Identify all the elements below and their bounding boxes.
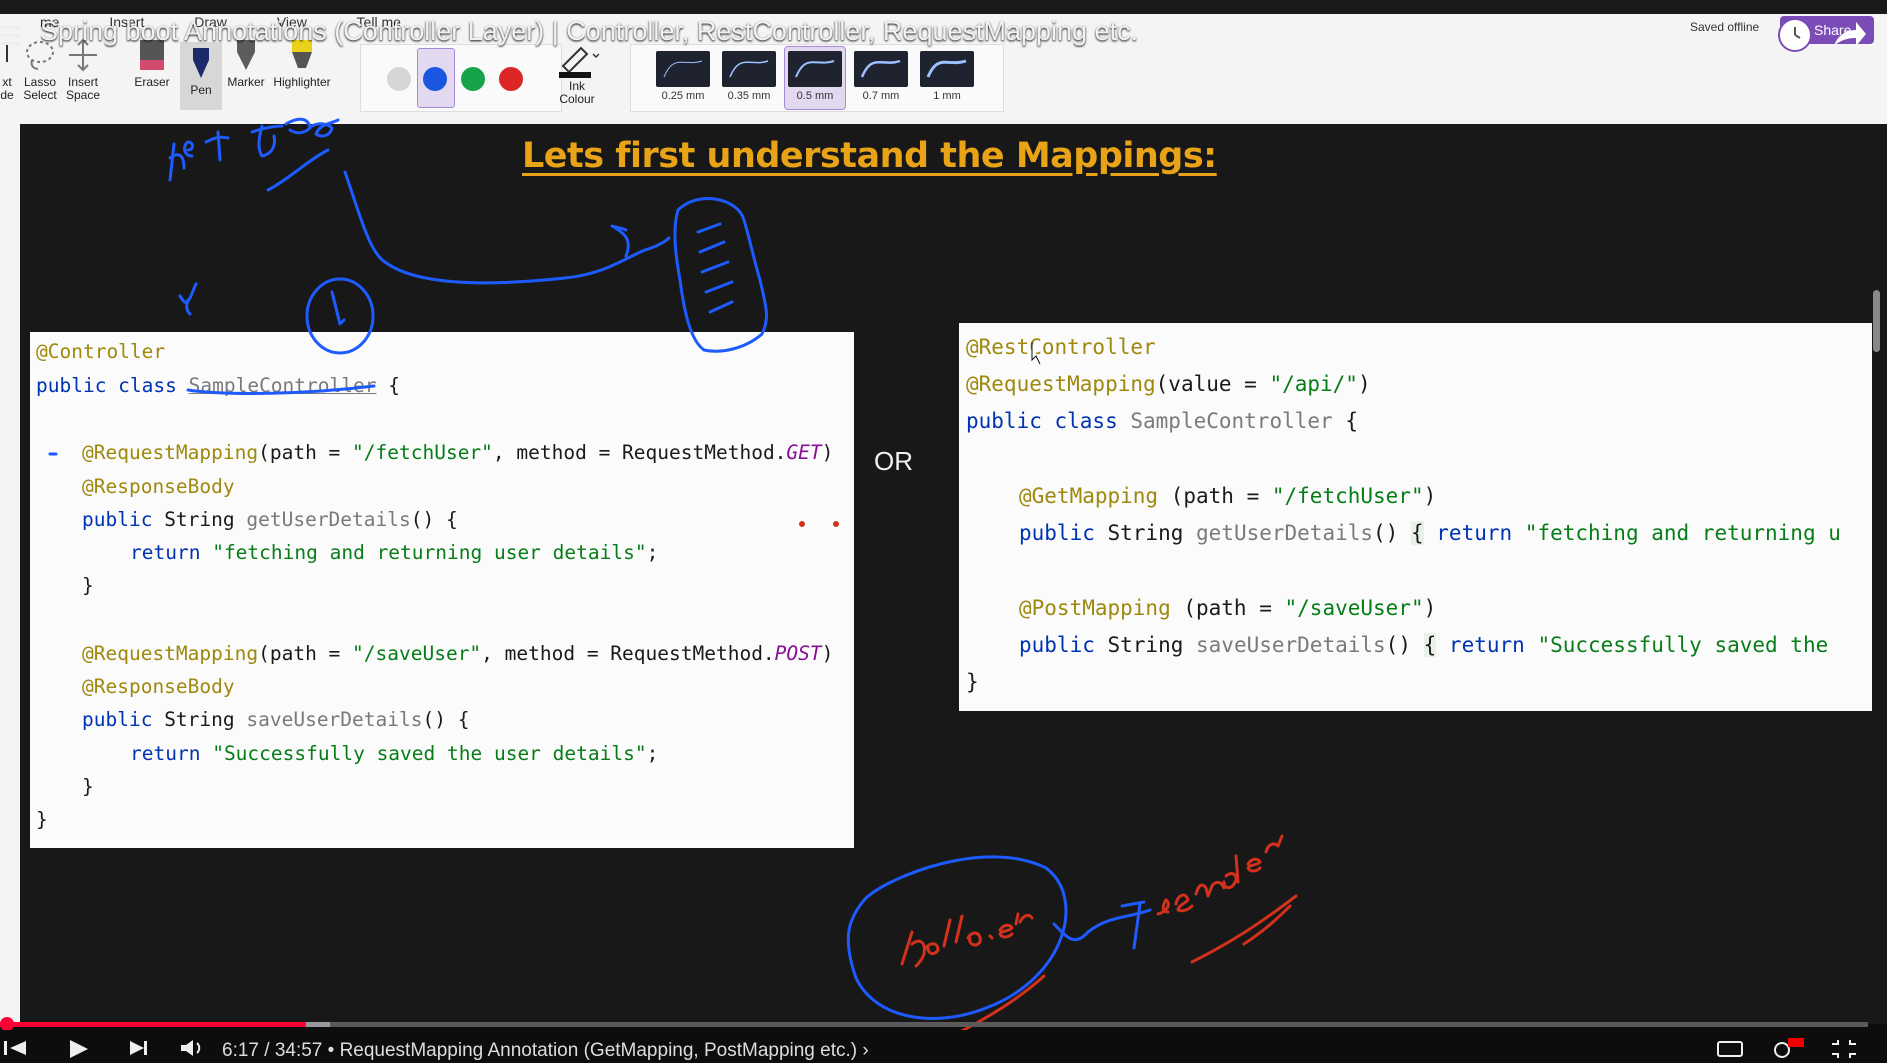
width-option-0-5[interactable]: 0.5 mm bbox=[784, 46, 846, 110]
color-swatch-group bbox=[360, 44, 562, 112]
volume-icon[interactable] bbox=[178, 1038, 208, 1063]
next-icon[interactable] bbox=[126, 1038, 152, 1063]
width-label: 0.35 mm bbox=[727, 90, 771, 102]
code-line: public String saveUserDetails() { bbox=[82, 708, 470, 731]
width-option-0-25[interactable]: 0.25 mm bbox=[653, 51, 713, 102]
page-rail bbox=[0, 124, 20, 1024]
share-arrow-icon[interactable] bbox=[1830, 20, 1868, 50]
previous-icon[interactable] bbox=[0, 1038, 30, 1063]
stroke-preview-icon bbox=[788, 51, 842, 87]
code-line: } bbox=[36, 808, 48, 831]
ink-colour-icon bbox=[552, 44, 602, 80]
code-line: } bbox=[966, 670, 979, 694]
code-line: return "Successfully saved the user deta… bbox=[130, 742, 659, 765]
code-line: @RequestMapping(value = "/api/") bbox=[966, 372, 1371, 396]
window-titlebar bbox=[0, 0, 1887, 14]
code-line: } bbox=[82, 574, 94, 597]
code-line: @ResponseBody bbox=[82, 475, 235, 498]
play-icon[interactable] bbox=[66, 1038, 92, 1063]
width-option-1[interactable]: 1 mm bbox=[917, 51, 977, 102]
restcontroller-code-panel: @RestController @RequestMapping(value = … bbox=[959, 323, 1872, 711]
stroke-preview-icon bbox=[722, 51, 776, 87]
stroke-preview-icon bbox=[920, 51, 974, 87]
code-line: return "fetching and returning user deta… bbox=[130, 541, 659, 564]
lasso-select-tool[interactable]: Lasso Select bbox=[20, 38, 60, 102]
color-swatch-red[interactable] bbox=[499, 67, 523, 91]
video-title: Spring boot Annotations (Controller Laye… bbox=[40, 16, 1139, 46]
ink-colour-button[interactable]: Ink Colour bbox=[552, 44, 602, 106]
code-line: public String getUserDetails() { bbox=[82, 508, 458, 531]
saved-status: Saved offline bbox=[1690, 20, 1760, 34]
pen-tool[interactable]: Pen bbox=[180, 42, 222, 110]
width-option-0-35[interactable]: 0.35 mm bbox=[719, 51, 779, 102]
code-line: public class SampleController { bbox=[966, 409, 1358, 433]
pen-label: Pen bbox=[190, 83, 212, 97]
color-swatch-blue[interactable] bbox=[423, 67, 447, 91]
watch-later-icon[interactable] bbox=[1778, 18, 1812, 52]
code-line: @RequestMapping(path = "/saveUser", meth… bbox=[82, 642, 834, 665]
color-swatch-grey[interactable] bbox=[387, 67, 411, 91]
controller-code-panel: @Controller public class SampleControlle… bbox=[30, 332, 854, 848]
code-line: public String saveUserDetails() { return… bbox=[1019, 633, 1829, 657]
code-line: public class SampleController { bbox=[36, 374, 400, 397]
progress-scrubber-handle[interactable] bbox=[0, 1017, 14, 1031]
video-timestamp-chapter[interactable]: 6:17 / 34:57 • RequestMapping Annotation… bbox=[222, 1040, 869, 1062]
captions-icon[interactable] bbox=[1716, 1038, 1744, 1063]
width-label: 0.25 mm bbox=[661, 90, 705, 102]
hamburger-menu-icon[interactable] bbox=[0, 26, 22, 50]
insert-space-label: Insert Space bbox=[65, 75, 101, 102]
color-swatch-green[interactable] bbox=[461, 67, 485, 91]
settings-hd-icon[interactable] bbox=[1770, 1038, 1806, 1063]
text-mode-label: xt de bbox=[0, 75, 14, 102]
fullscreen-icon[interactable] bbox=[1830, 1038, 1858, 1063]
eraser-label: Eraser bbox=[134, 75, 170, 89]
code-line: @Controller bbox=[36, 340, 166, 363]
vertical-scrollbar[interactable] bbox=[1873, 290, 1880, 352]
width-label: 1 mm bbox=[933, 90, 961, 102]
width-label: 0.7 mm bbox=[862, 90, 900, 102]
stroke-width-group: 0.25 mm 0.35 mm 0.5 mm 0.7 mm 1 mm bbox=[630, 44, 1004, 112]
or-label: OR bbox=[874, 446, 913, 476]
width-option-0-7[interactable]: 0.7 mm bbox=[851, 51, 911, 102]
highlighter-label: Highlighter bbox=[273, 75, 331, 89]
code-line: @RequestMapping(path = "/fetchUser", met… bbox=[82, 441, 834, 464]
code-line: } bbox=[82, 775, 94, 798]
code-line: @GetMapping (path = "/fetchUser") bbox=[1019, 484, 1437, 508]
code-line: @RestController bbox=[966, 335, 1156, 359]
lasso-label: Lasso Select bbox=[23, 75, 57, 102]
stroke-preview-icon bbox=[656, 51, 710, 87]
code-line: public String getUserDetails() { return … bbox=[1019, 521, 1841, 545]
code-line: @ResponseBody bbox=[82, 675, 235, 698]
insert-space-tool[interactable]: Insert Space bbox=[62, 38, 104, 102]
marker-label: Marker bbox=[227, 75, 265, 89]
slide-title: Lets first understand the Mappings: bbox=[522, 136, 1217, 176]
code-line: @PostMapping (path = "/saveUser") bbox=[1019, 596, 1437, 620]
progress-played bbox=[0, 1022, 306, 1027]
pen-icon bbox=[183, 46, 219, 80]
ink-colour-label: Ink Colour bbox=[559, 79, 595, 106]
stroke-preview-icon bbox=[854, 51, 908, 87]
width-label: 0.5 mm bbox=[796, 90, 834, 102]
